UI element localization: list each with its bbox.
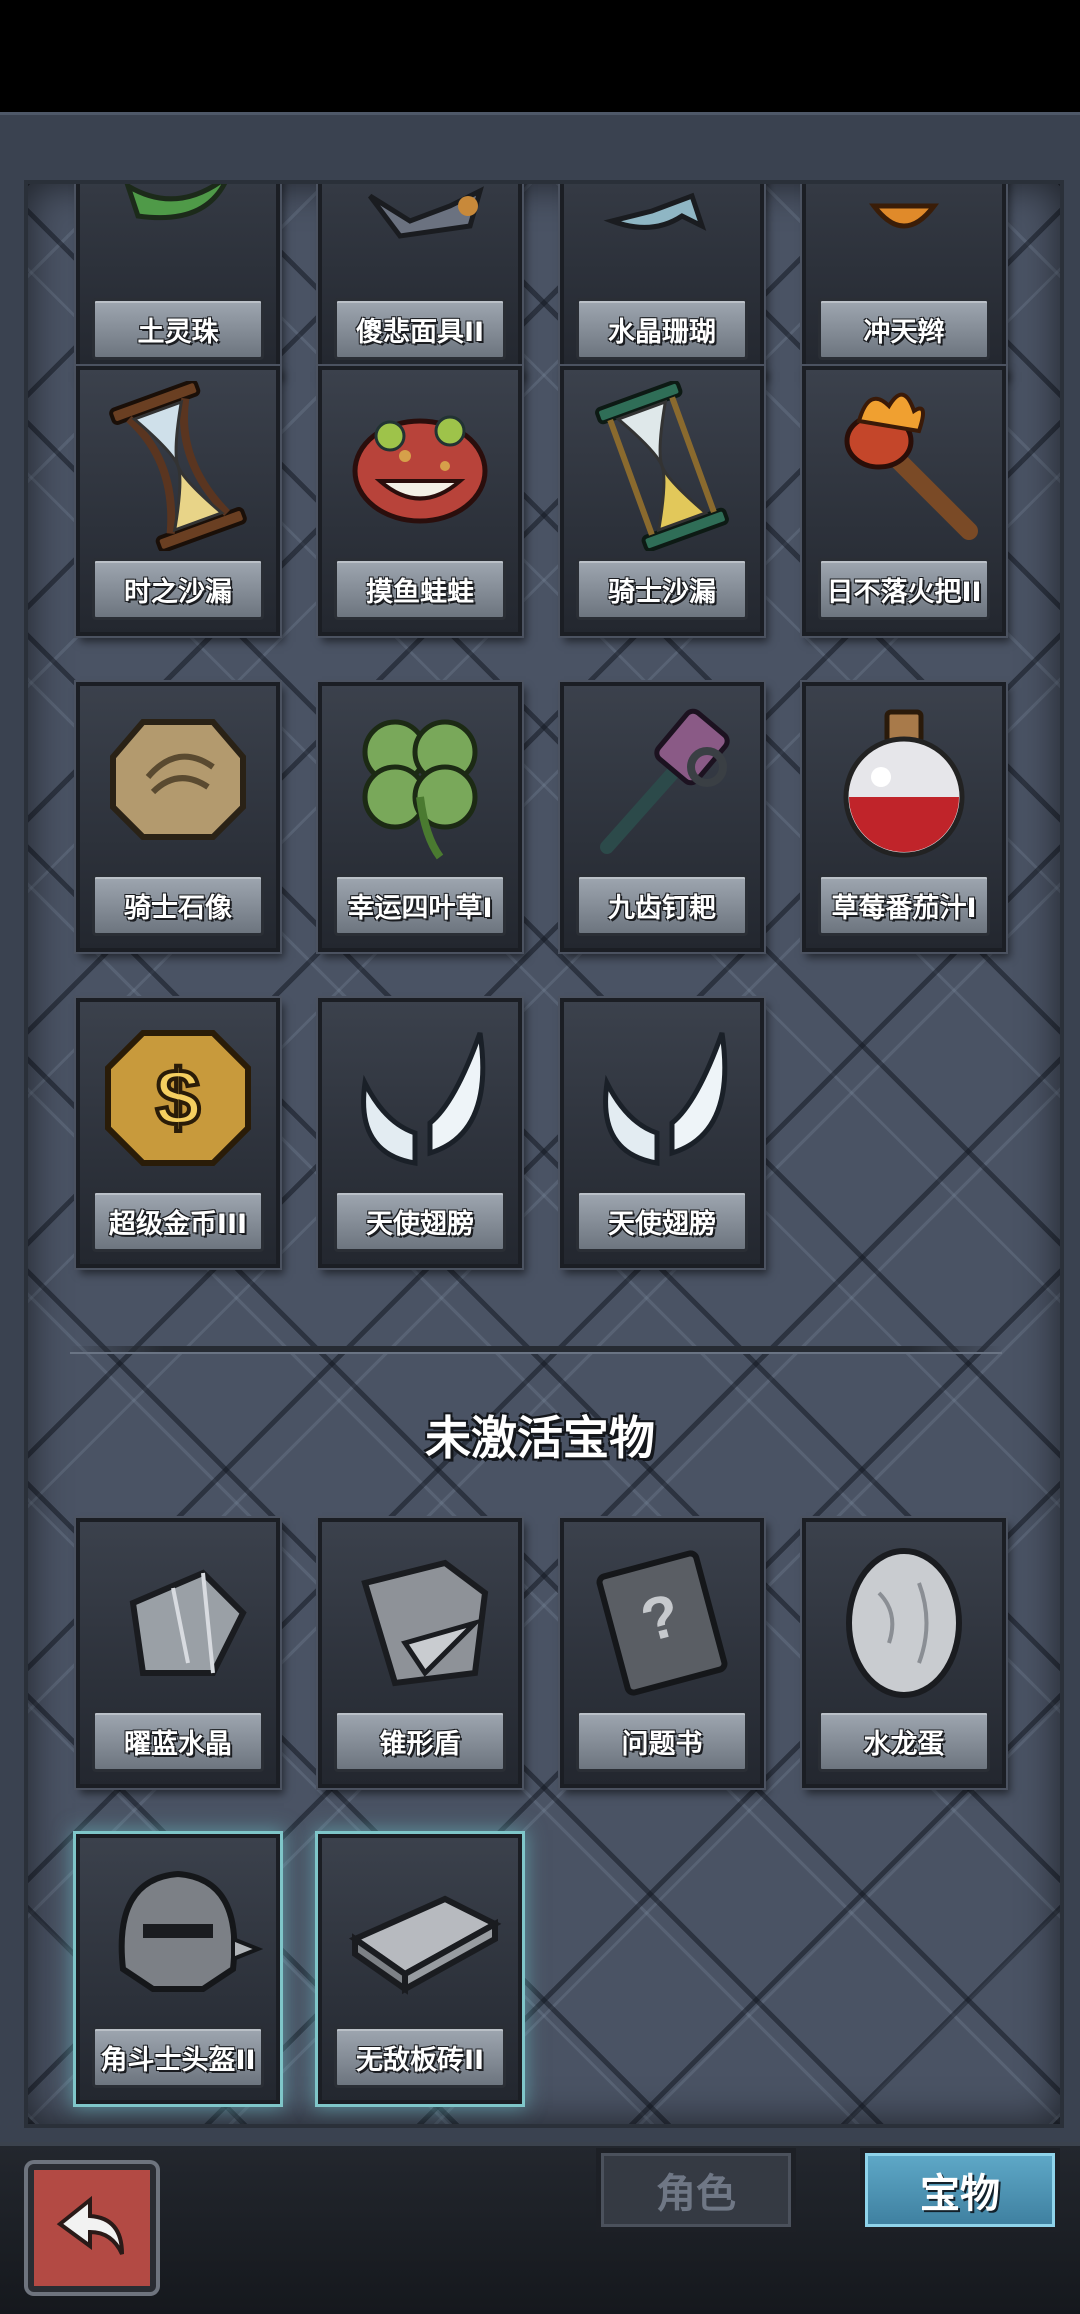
item-label: 九齿钉耙 <box>576 874 748 936</box>
top-status-bar <box>0 0 1080 112</box>
item-label: 土灵珠 <box>92 298 264 360</box>
item-label: 幸运四叶草I <box>334 874 506 936</box>
item-card-torch[interactable]: 日不落火把II <box>802 366 1006 636</box>
item-label: 草莓番茄汁I <box>818 874 990 936</box>
item-card-knight-hourglass[interactable]: 骑士沙漏 <box>560 366 764 636</box>
item-label: 骑士沙漏 <box>576 558 748 620</box>
item-label: 摸鱼蛙蛙 <box>334 558 506 620</box>
inactive-section-title: 未激活宝物 <box>425 1411 655 1465</box>
back-arrow-icon <box>56 2195 124 2255</box>
question-book-icon: ? <box>572 1528 752 1708</box>
item-label: 水晶珊瑚 <box>576 298 748 360</box>
item-label: 水龙蛋 <box>818 1710 990 1772</box>
item-label: 天使翅膀 <box>576 1190 748 1252</box>
earth-orb-icon <box>88 184 268 296</box>
item-card-earth-orb[interactable]: 土灵珠 <box>76 184 280 376</box>
tab-treasure[interactable]: 宝物 <box>860 2148 1060 2232</box>
item-label: 日不落火把II <box>818 558 990 620</box>
item-label: 锥形盾 <box>334 1710 506 1772</box>
back-button[interactable] <box>28 2164 156 2292</box>
item-card-crystal[interactable]: 曜蓝水晶 <box>76 1518 280 1788</box>
spiked-shield-icon <box>330 1528 510 1708</box>
item-card-gold-coin[interactable]: $ 超级金币III <box>76 998 280 1268</box>
treasure-panel: 土灵珠 傻悲面具II 水晶珊瑚 冲天辫 时之沙漏 摸鱼蛙蛙 骑士沙漏 日不落火把… <box>24 180 1064 2128</box>
item-card-dragon-egg[interactable]: 水龙蛋 <box>802 1518 1006 1788</box>
torch-icon <box>814 376 994 556</box>
pigtail-icon <box>814 184 994 296</box>
item-card-pigtail[interactable]: 冲天辫 <box>802 184 1006 376</box>
item-label: 骑士石像 <box>92 874 264 936</box>
potion-icon <box>814 692 994 872</box>
svg-text:$: $ <box>156 1053 201 1142</box>
item-card-angel-wings[interactable]: 天使翅膀 <box>318 998 522 1268</box>
hourglass-icon <box>88 376 268 556</box>
item-card-hourglass[interactable]: 时之沙漏 <box>76 366 280 636</box>
item-label: 超级金币III <box>92 1190 264 1252</box>
item-card-stone-statue[interactable]: 骑士石像 <box>76 682 280 952</box>
item-card-potion[interactable]: 草莓番茄汁I <box>802 682 1006 952</box>
brick-icon <box>330 1844 510 2024</box>
item-label: 角斗士头盔II <box>92 2026 264 2088</box>
item-card-frog[interactable]: 摸鱼蛙蛙 <box>318 366 522 636</box>
item-label: 问题书 <box>576 1710 748 1772</box>
crystal-icon <box>88 1528 268 1708</box>
crystal-coral-icon <box>572 184 752 296</box>
knight-hourglass-icon <box>572 376 752 556</box>
angel-wings-icon <box>330 1008 510 1188</box>
tab-role[interactable]: 角色 <box>596 2148 796 2232</box>
item-card-brick[interactable]: 无敌板砖II <box>318 1834 522 2104</box>
item-card-clover[interactable]: 幸运四叶草I <box>318 682 522 952</box>
item-label: 曜蓝水晶 <box>92 1710 264 1772</box>
item-label: 无敌板砖II <box>334 2026 506 2088</box>
item-card-gladiator-helmet[interactable]: 角斗士头盔II <box>76 1834 280 2104</box>
item-card-question-book[interactable]: ? 问题书 <box>560 1518 764 1788</box>
item-label: 傻悲面具II <box>334 298 506 360</box>
gladiator-helmet-icon <box>88 1844 268 2024</box>
gold-coin-icon: $ <box>88 1008 268 1188</box>
item-label: 天使翅膀 <box>334 1190 506 1252</box>
item-card-spiked-shield[interactable]: 锥形盾 <box>318 1518 522 1788</box>
item-label: 冲天辫 <box>818 298 990 360</box>
dragon-egg-icon <box>814 1528 994 1708</box>
item-card-crystal-coral[interactable]: 水晶珊瑚 <box>560 184 764 376</box>
stone-statue-icon <box>88 692 268 872</box>
rake-icon <box>572 692 752 872</box>
section-divider <box>70 1346 1002 1354</box>
four-leaf-clover-icon <box>330 692 510 872</box>
angel-wings-icon <box>572 1008 752 1188</box>
item-card-sad-mask[interactable]: 傻悲面具II <box>318 184 522 376</box>
frog-icon <box>330 376 510 556</box>
item-card-angel-wings-2[interactable]: 天使翅膀 <box>560 998 764 1268</box>
item-label: 时之沙漏 <box>92 558 264 620</box>
item-card-rake[interactable]: 九齿钉耙 <box>560 682 764 952</box>
sad-mask-icon <box>330 184 510 296</box>
